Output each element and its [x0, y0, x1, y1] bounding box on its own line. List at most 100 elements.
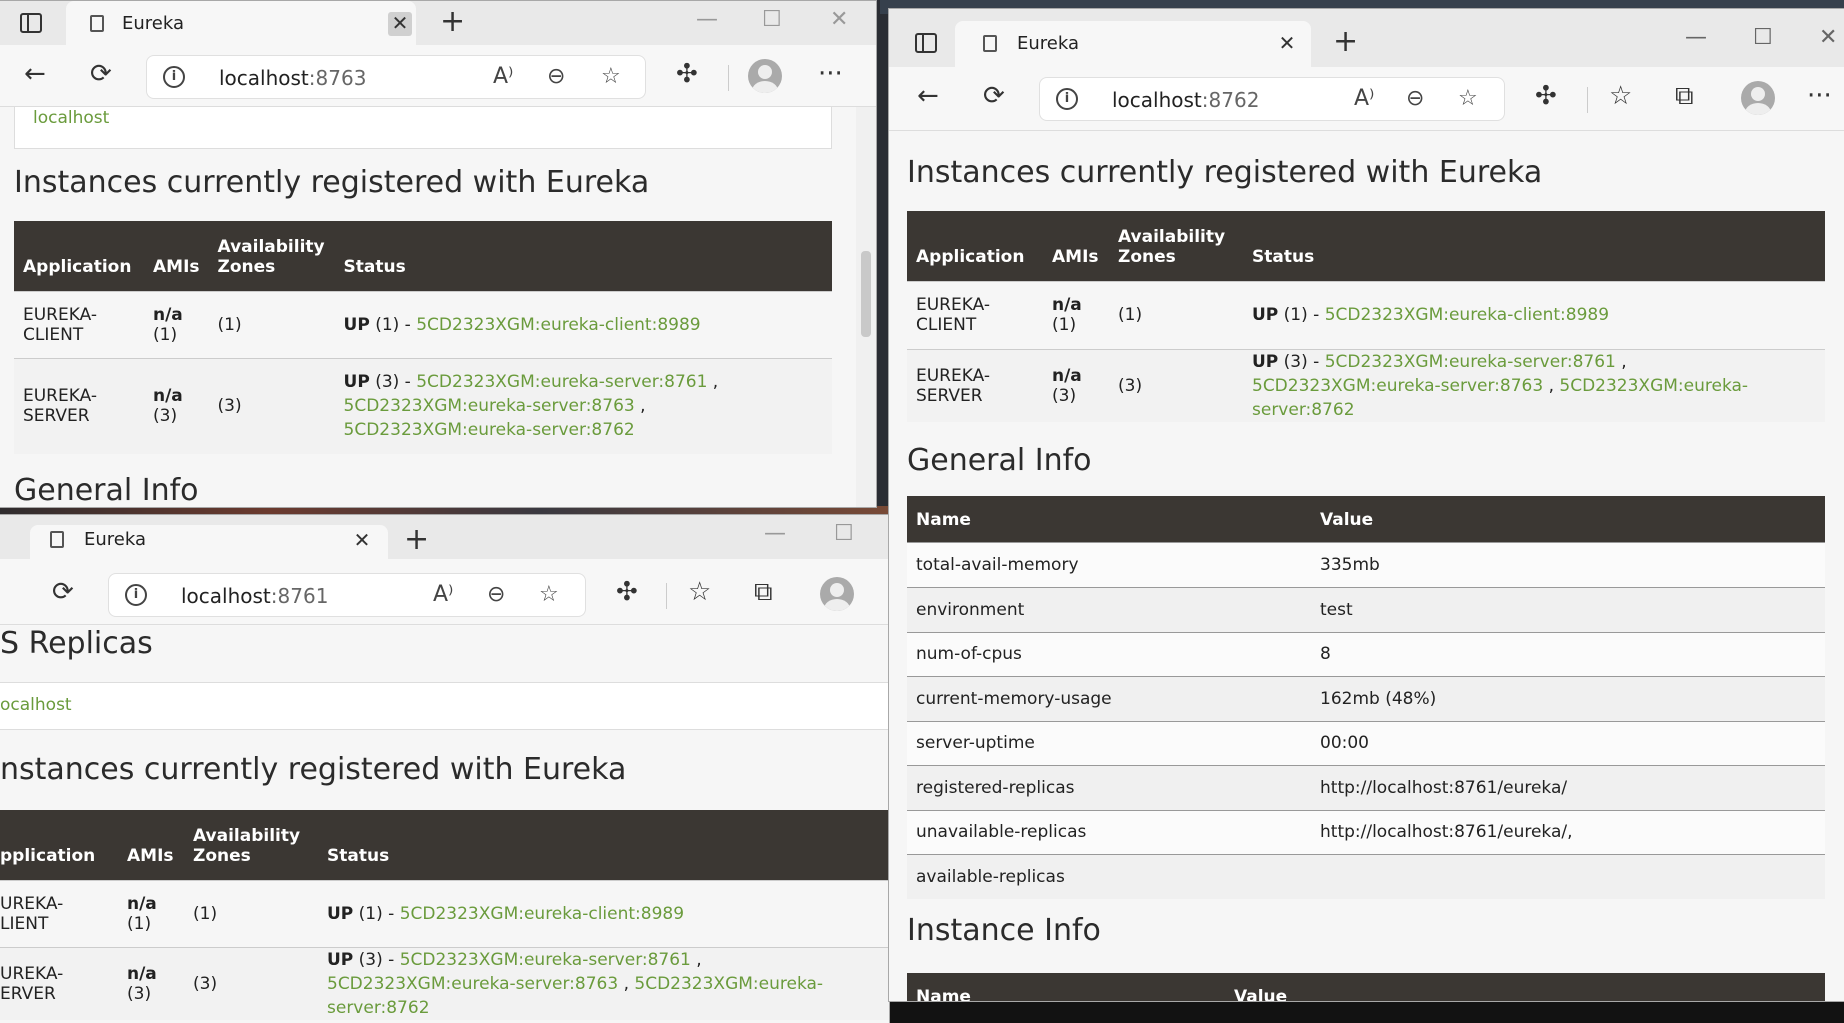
info-name: registered-replicas [907, 764, 1311, 810]
sidebar-toggle-icon[interactable] [915, 33, 937, 53]
back-button[interactable]: ← [917, 81, 939, 111]
title-bar: Eureka ✕ + — ☐ ✕ [889, 9, 1844, 67]
address-bar[interactable]: i localhost:8761 A⁾ ⊖ ☆ [108, 573, 586, 617]
extensions-icon[interactable]: ✣ [1535, 81, 1557, 111]
favorites-icon[interactable]: ☆ [688, 577, 711, 607]
maximize-button[interactable]: ☐ [834, 521, 854, 546]
address-bar[interactable]: i localhost:8763 A⁾ ⊖ ☆ [146, 55, 646, 99]
table-row: server-uptime 00:00 [907, 720, 1825, 765]
amis-cell: n/a (1) [1043, 280, 1109, 349]
address-bar[interactable]: i localhost:8762 A⁾ ⊖ ☆ [1039, 77, 1505, 121]
refresh-button[interactable]: ⟳ [983, 81, 1005, 111]
url-text[interactable]: localhost:8763 [219, 66, 366, 90]
new-tab-button[interactable]: + [1333, 27, 1358, 57]
site-info-icon[interactable]: i [1056, 88, 1078, 110]
table-row: UREKA- LIENT n/a (1) (1) UP (1) - 5CD2323X… [0, 879, 889, 947]
profile-avatar[interactable] [748, 59, 782, 93]
instance-link[interactable]: 5CD2323XGM:eureka-client:8989 [416, 315, 700, 335]
close-window-button[interactable]: ✕ [830, 7, 848, 32]
tab-eureka[interactable]: Eureka ✕ [30, 525, 388, 559]
more-menu-button[interactable]: ··· [818, 59, 843, 89]
favorites-icon[interactable]: ☆ [1609, 81, 1632, 111]
amis-cell: n/a (3) [1043, 348, 1109, 422]
instances-heading: Instances currently registered with Eure… [907, 155, 1543, 190]
info-name: total-avail-memory [907, 541, 1311, 587]
toolbar-separator [728, 65, 729, 91]
amis-cell: n/a (1) [118, 879, 184, 947]
instance-link[interactable]: 5CD2323XGM:eureka-server:8761 [400, 950, 691, 970]
document-icon [50, 531, 64, 548]
info-name: server-uptime [907, 720, 1311, 765]
replica-host-link[interactable]: ocalhost [0, 695, 72, 715]
instance-link[interactable]: 5CD2323XGM:eureka-server:8761 [1325, 352, 1616, 372]
browser-window-8762: Eureka ✕ + — ☐ ✕ ← ⟳ i localhost:8762 A⁾… [888, 8, 1844, 1002]
add-favorite-icon[interactable]: ☆ [601, 64, 621, 89]
sidebar-toggle-icon[interactable] [20, 13, 42, 33]
zones-cell: (3) [208, 357, 335, 454]
tab-eureka[interactable]: Eureka ✕ [66, 1, 416, 45]
application-cell: EUREKA- CLIENT [907, 280, 1043, 349]
tab-eureka[interactable]: Eureka ✕ [955, 21, 1311, 67]
maximize-button[interactable]: ☐ [762, 7, 782, 32]
application-cell: UREKA- ERVER [0, 946, 118, 1020]
page-content: Instances currently registered with Eure… [889, 131, 1844, 1001]
read-aloud-icon[interactable]: A⁾ [433, 582, 453, 607]
profile-avatar[interactable] [1741, 81, 1775, 115]
scrollbar[interactable] [856, 107, 876, 507]
zoom-out-icon[interactable]: ⊖ [487, 582, 505, 607]
refresh-button[interactable]: ⟳ [52, 577, 74, 607]
col-status: Status [343, 256, 406, 277]
toolbar-separator [666, 583, 667, 609]
instance-info-table: Name Value [907, 973, 1825, 1001]
tab-close-button[interactable]: ✕ [350, 529, 374, 553]
replicas-heading: S Replicas [0, 626, 153, 661]
minimize-button[interactable]: — [696, 7, 718, 32]
add-favorite-icon[interactable]: ☆ [539, 582, 559, 607]
scrollbar-thumb[interactable] [861, 251, 871, 337]
collections-icon[interactable]: ⧉ [754, 577, 773, 607]
minimize-button[interactable]: — [1685, 25, 1707, 50]
url-text[interactable]: localhost:8762 [1112, 88, 1259, 112]
toolbar: ← ⟳ i localhost:8762 A⁾ ⊖ ☆ ✣ ☆ ⧉ ··· [889, 67, 1844, 131]
application-cell: EUREKA- SERVER [14, 357, 144, 454]
site-info-icon[interactable]: i [163, 66, 185, 88]
site-info-icon[interactable]: i [125, 584, 147, 606]
amis-cell: n/a (3) [118, 946, 184, 1020]
info-value: 00:00 [1311, 720, 1825, 765]
collections-icon[interactable]: ⧉ [1675, 81, 1694, 111]
instance-link[interactable]: 5CD2323XGM:eureka-client:8989 [400, 904, 684, 924]
instance-link[interactable]: 5CD2323XGM:eureka-server:8763 [327, 974, 618, 994]
more-menu-button[interactable]: ··· [1807, 81, 1832, 111]
tab-close-button[interactable]: ✕ [1275, 32, 1299, 56]
extensions-icon[interactable]: ✣ [676, 59, 698, 89]
add-favorite-icon[interactable]: ☆ [1458, 86, 1478, 111]
tab-close-button[interactable]: ✕ [388, 12, 412, 36]
info-name: num-of-cpus [907, 631, 1311, 676]
zones-cell: (3) [184, 946, 318, 1020]
status-cell: UP (3) - 5CD2323XGM:eureka-server:8761 ,… [318, 946, 889, 1020]
instance-link[interactable]: 5CD2323XGM:eureka-client:8989 [1325, 305, 1609, 325]
col-status: Status [327, 845, 390, 866]
maximize-button[interactable]: ☐ [1753, 25, 1773, 50]
url-text[interactable]: localhost:8761 [181, 584, 328, 608]
new-tab-button[interactable]: + [440, 7, 465, 37]
back-button[interactable]: ← [24, 59, 46, 89]
zoom-out-icon[interactable]: ⊖ [1406, 86, 1424, 111]
read-aloud-icon[interactable]: A⁾ [1354, 86, 1374, 111]
read-aloud-icon[interactable]: A⁾ [493, 64, 513, 89]
instance-link[interactable]: 5CD2323XGM:eureka-server:8763 [344, 396, 635, 416]
zoom-out-icon[interactable]: ⊖ [547, 64, 565, 89]
close-window-button[interactable]: ✕ [1819, 25, 1837, 50]
replica-host-link[interactable]: localhost [33, 108, 109, 128]
instance-link[interactable]: 5CD2323XGM:eureka-server:8761 [416, 372, 707, 392]
extensions-icon[interactable]: ✣ [616, 577, 638, 607]
minimize-button[interactable]: — [764, 521, 786, 546]
refresh-button[interactable]: ⟳ [90, 59, 112, 89]
instance-link[interactable]: 5CD2323XGM:eureka-server:8762 [344, 420, 635, 440]
instances-table: Application AMIs Availability Zones Stat… [907, 211, 1825, 422]
new-tab-button[interactable]: + [404, 525, 429, 555]
instance-link[interactable]: 5CD2323XGM:eureka-server:8763 [1252, 376, 1543, 396]
application-cell: UREKA- LIENT [0, 879, 118, 947]
browser-window-8761: Eureka ✕ + — ☐ ⟳ i localhost:8761 A⁾ ⊖ ☆… [0, 514, 890, 1023]
profile-avatar[interactable] [820, 577, 854, 611]
